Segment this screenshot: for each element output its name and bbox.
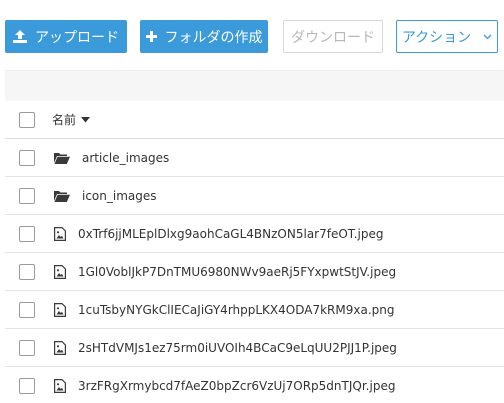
toolbar: アップロード フォルダの作成 ダウンロード アクション: [0, 0, 504, 70]
upload-button-label: アップロード: [35, 29, 119, 46]
toolbar-separator-band: [5, 70, 504, 101]
table-row[interactable]: 2sHTdVMJs1ez75rm0iUVOIh4BCaC9eLqUU2PJJ1P…: [5, 329, 504, 367]
name-column-header-label: 名前: [52, 113, 77, 127]
chevron-down-icon: [483, 34, 492, 40]
download-button[interactable]: ダウンロード: [283, 20, 383, 53]
file-table: 名前 article_images icon_images 0xTrf6jjML…: [5, 101, 504, 403]
image-file-icon: [54, 227, 70, 241]
row-checkbox[interactable]: [19, 302, 35, 318]
actions-dropdown[interactable]: アクション: [396, 20, 498, 53]
image-file-icon: [54, 379, 70, 393]
row-checkbox[interactable]: [19, 264, 35, 280]
image-file-icon: [54, 303, 70, 317]
create-folder-button-label: フォルダの作成: [164, 29, 263, 46]
folder-open-icon: [54, 189, 70, 203]
table-row[interactable]: 1Gl0VoblJkP7DnTMU6980NWv9aeRj5FYxpwtStJV…: [5, 253, 504, 291]
folder-name[interactable]: icon_images: [82, 177, 157, 215]
upload-button[interactable]: アップロード: [5, 20, 127, 53]
image-file-icon: [54, 341, 70, 355]
folder-name[interactable]: article_images: [82, 139, 169, 177]
table-row[interactable]: 3rzFRgXrmybcd7fAeZ0bpZcr6VzUj7ORp5dnTJQr…: [5, 367, 504, 403]
name-column-header[interactable]: 名前: [52, 101, 91, 139]
file-name[interactable]: 0xTrf6jjMLEplDlxg9aohCaGL4BNzON5lar7feOT…: [78, 215, 383, 253]
table-row[interactable]: 1cuTsbyNYGkClIECaJiGY4rhppLKX4ODA7kRM9xa…: [5, 291, 504, 329]
select-all-checkbox[interactable]: [19, 112, 35, 128]
row-checkbox[interactable]: [19, 226, 35, 242]
create-folder-button[interactable]: フォルダの作成: [140, 20, 268, 53]
file-name[interactable]: 1Gl0VoblJkP7DnTMU6980NWv9aeRj5FYxpwtStJV…: [78, 253, 396, 291]
image-file-icon: [54, 265, 70, 279]
folder-open-icon: [54, 151, 70, 165]
table-row[interactable]: icon_images: [5, 177, 504, 215]
caret-down-icon: [81, 117, 91, 123]
file-name[interactable]: 2sHTdVMJs1ez75rm0iUVOIh4BCaC9eLqUU2PJJ1P…: [78, 329, 397, 367]
row-checkbox[interactable]: [19, 188, 35, 204]
row-checkbox[interactable]: [19, 378, 35, 394]
table-row[interactable]: article_images: [5, 139, 504, 177]
plus-icon: [145, 31, 157, 42]
table-header-row: 名前: [5, 101, 504, 139]
row-checkbox[interactable]: [19, 340, 35, 356]
download-button-label: ダウンロード: [291, 29, 375, 46]
file-name[interactable]: 1cuTsbyNYGkClIECaJiGY4rhppLKX4ODA7kRM9xa…: [78, 291, 395, 329]
actions-dropdown-label: アクション: [401, 29, 472, 46]
upload-icon: [13, 30, 27, 43]
table-row[interactable]: 0xTrf6jjMLEplDlxg9aohCaGL4BNzON5lar7feOT…: [5, 215, 504, 253]
row-checkbox[interactable]: [19, 150, 35, 166]
file-name[interactable]: 3rzFRgXrmybcd7fAeZ0bpZcr6VzUj7ORp5dnTJQr…: [78, 367, 395, 403]
